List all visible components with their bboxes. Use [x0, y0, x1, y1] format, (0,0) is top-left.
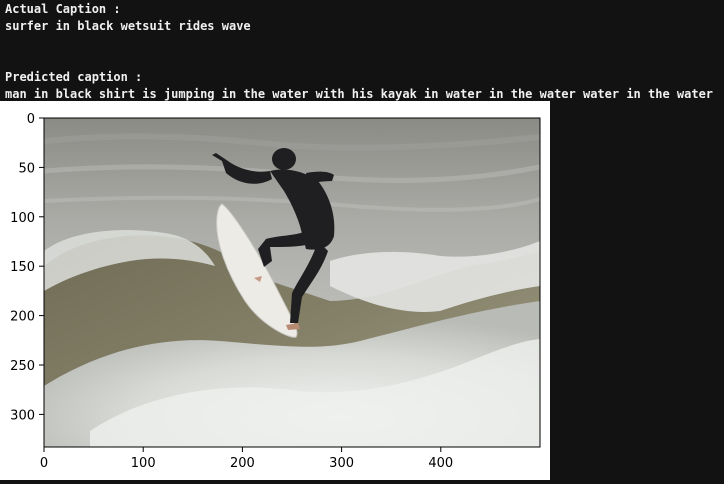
- y-tick-label: 0: [27, 112, 35, 127]
- y-tick-label: 150: [10, 260, 35, 275]
- x-tick-label: 100: [131, 456, 156, 471]
- y-axis: 0 50 100 150 200 250 300: [10, 112, 44, 423]
- image-plot: 0 100 200 300 400 0 50 100 150 200 250 300: [10, 112, 541, 471]
- image-plot-output: 0 100 200 300 400 0 50 100 150 200 250 300: [0, 101, 550, 480]
- x-tick-label: 400: [428, 456, 453, 471]
- x-tick-label: 200: [230, 456, 255, 471]
- predicted-caption-text: man in black shirt is jumping in the wat…: [5, 87, 714, 101]
- actual-caption-heading: Actual Caption :: [5, 2, 121, 16]
- y-tick-label: 200: [10, 310, 35, 325]
- x-tick-label: 300: [329, 456, 354, 471]
- y-tick-label: 50: [18, 161, 35, 176]
- surfer-photo: [44, 118, 540, 447]
- y-tick-label: 250: [10, 359, 35, 374]
- x-axis: 0 100 200 300 400: [40, 447, 453, 471]
- x-tick-label: 0: [40, 456, 48, 471]
- y-tick-label: 100: [10, 211, 35, 226]
- predicted-caption-heading: Predicted caption :: [5, 70, 143, 84]
- actual-caption-text: surfer in black wetsuit rides wave: [5, 19, 251, 33]
- y-tick-label: 300: [10, 408, 35, 423]
